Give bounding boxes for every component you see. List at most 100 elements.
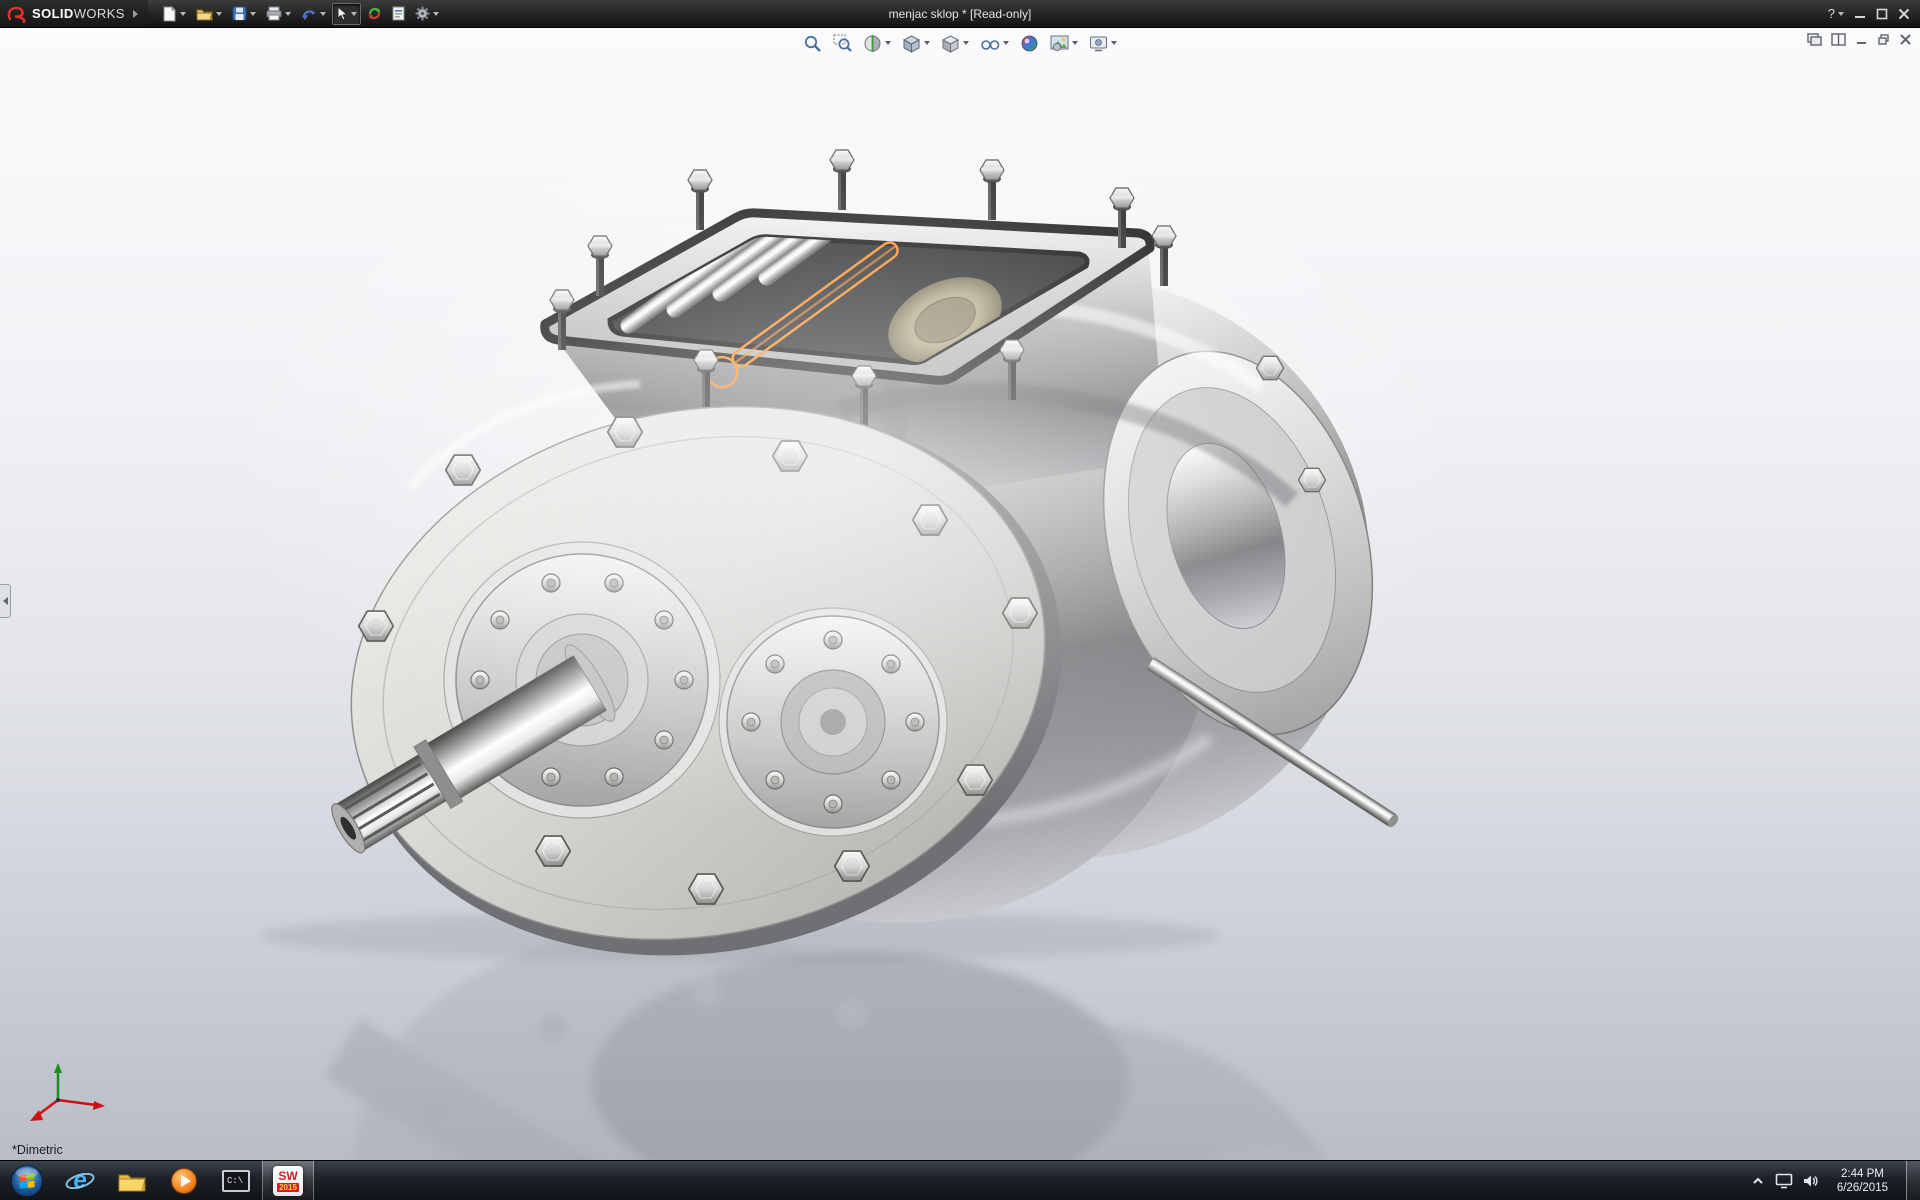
document-minimize-button[interactable] [1855, 33, 1868, 46]
show-desktop-button[interactable] [1906, 1161, 1920, 1200]
command-prompt-icon: C:\ [222, 1170, 250, 1192]
dropdown-icon [180, 12, 186, 16]
eye-glasses-icon [980, 34, 1000, 53]
right-bearing-cover[interactable] [727, 616, 939, 828]
taskbar-windows-explorer[interactable] [106, 1161, 158, 1200]
select-button[interactable] [332, 3, 361, 25]
new-window-button[interactable] [1807, 33, 1822, 46]
open-button[interactable] [192, 3, 226, 25]
new-document-button[interactable] [158, 3, 190, 25]
dropdown-icon [885, 41, 891, 45]
dropdown-icon [1838, 12, 1844, 16]
orientation-triad [30, 1063, 105, 1121]
apply-scene-button[interactable] [1048, 32, 1080, 54]
titlebar: SOLIDWORKS [0, 0, 1920, 28]
view-cube-icon [902, 34, 921, 53]
help-button[interactable]: ? [1828, 6, 1844, 21]
start-button[interactable] [0, 1161, 54, 1200]
window-controls: ? [1828, 6, 1920, 21]
undo-icon [301, 7, 317, 21]
chevron-up-icon [1751, 1176, 1765, 1186]
save-icon [232, 6, 247, 21]
select-cursor-icon [336, 6, 348, 21]
dropdown-icon [924, 41, 930, 45]
section-view-icon [863, 34, 882, 53]
monitor-icon [1775, 1173, 1793, 1189]
folder-icon [117, 1169, 147, 1193]
taskbar-media-player[interactable] [158, 1161, 210, 1200]
split-window-button[interactable] [1831, 33, 1846, 46]
undo-button[interactable] [297, 3, 330, 25]
open-folder-icon [196, 7, 213, 21]
taskbar-solidworks-2015[interactable]: SW 2015 [262, 1161, 314, 1200]
file-properties-button[interactable] [388, 3, 409, 25]
close-button[interactable] [1898, 8, 1910, 20]
new-document-icon [162, 6, 177, 22]
menu-expand-icon [133, 10, 138, 18]
taskbar-command-prompt[interactable]: C:\ [210, 1161, 262, 1200]
display-tray-icon[interactable] [1775, 1173, 1793, 1189]
windows-start-orb-icon [10, 1164, 44, 1198]
dassault-systemes-logo-icon [6, 5, 28, 23]
zoom-to-area-icon [833, 34, 852, 53]
save-button[interactable] [228, 3, 260, 25]
dropdown-icon [250, 12, 256, 16]
hide-show-items-button[interactable] [978, 32, 1011, 54]
dropdown-icon [963, 41, 969, 45]
maximize-button[interactable] [1876, 8, 1888, 20]
collapse-arrow-icon [3, 597, 8, 605]
feature-manager-collapsed-tab[interactable] [0, 584, 11, 618]
dropdown-icon [285, 12, 291, 16]
appearance-ball-icon [1020, 34, 1039, 53]
rebuild-button[interactable] [363, 3, 386, 25]
clock-date: 6/26/2015 [1837, 1181, 1888, 1195]
windows-taskbar: e C:\ SW 2015 [0, 1160, 1920, 1200]
dropdown-icon [1072, 41, 1078, 45]
zoom-to-fit-button[interactable] [801, 32, 824, 54]
zoom-to-area-button[interactable] [831, 32, 854, 54]
edit-appearance-button[interactable] [1018, 32, 1041, 54]
model-canvas-gearbox-assembly[interactable] [0, 28, 1920, 1160]
system-tray: 2:44 PM 6/26/2015 [1751, 1161, 1920, 1200]
document-restore-button[interactable] [1877, 33, 1890, 46]
taskbar-internet-explorer[interactable]: e [54, 1161, 106, 1200]
dropdown-icon [1111, 41, 1117, 45]
gear-icon [415, 6, 430, 21]
dropdown-icon [351, 12, 357, 16]
dropdown-icon [216, 12, 222, 16]
display-style-icon [941, 34, 960, 53]
print-button[interactable] [262, 3, 295, 25]
window-title: menjac sklop * [Read-only] [889, 0, 1032, 28]
minimize-button[interactable] [1854, 8, 1866, 20]
section-view-button[interactable] [861, 32, 893, 54]
volume-tray-icon[interactable] [1803, 1174, 1819, 1188]
quick-access-toolbar [148, 3, 443, 25]
view-orientation-label: *Dimetric [12, 1143, 63, 1157]
view-settings-icon [1089, 34, 1108, 53]
graphics-area[interactable]: *Dimetric [0, 28, 1920, 1160]
file-properties-icon [392, 6, 405, 21]
document-window-controls [1807, 33, 1912, 46]
document-close-button[interactable] [1899, 33, 1912, 46]
brand-text-solid: SOLID [32, 6, 74, 21]
solidworks-app-icon: SW 2015 [273, 1166, 303, 1196]
heads-up-view-toolbar [801, 32, 1119, 54]
media-player-icon [170, 1167, 198, 1195]
apply-scene-icon [1050, 34, 1069, 53]
view-settings-button[interactable] [1087, 32, 1119, 54]
speaker-icon [1803, 1174, 1819, 1188]
print-icon [266, 6, 282, 21]
zoom-to-fit-icon [803, 34, 822, 53]
dropdown-icon [1003, 41, 1009, 45]
solidworks-window: SOLIDWORKS [0, 0, 1920, 1200]
dropdown-icon [433, 12, 439, 16]
rebuild-icon [367, 6, 382, 21]
internet-explorer-icon: e [67, 1168, 93, 1194]
show-hidden-icons-button[interactable] [1751, 1176, 1765, 1186]
view-orientation-button[interactable] [900, 32, 932, 54]
taskbar-clock[interactable]: 2:44 PM 6/26/2015 [1829, 1167, 1896, 1195]
options-button[interactable] [411, 3, 443, 25]
brand-text-works: WORKS [74, 6, 125, 21]
display-style-button[interactable] [939, 32, 971, 54]
solidworks-menu-button[interactable]: SOLIDWORKS [0, 0, 148, 27]
